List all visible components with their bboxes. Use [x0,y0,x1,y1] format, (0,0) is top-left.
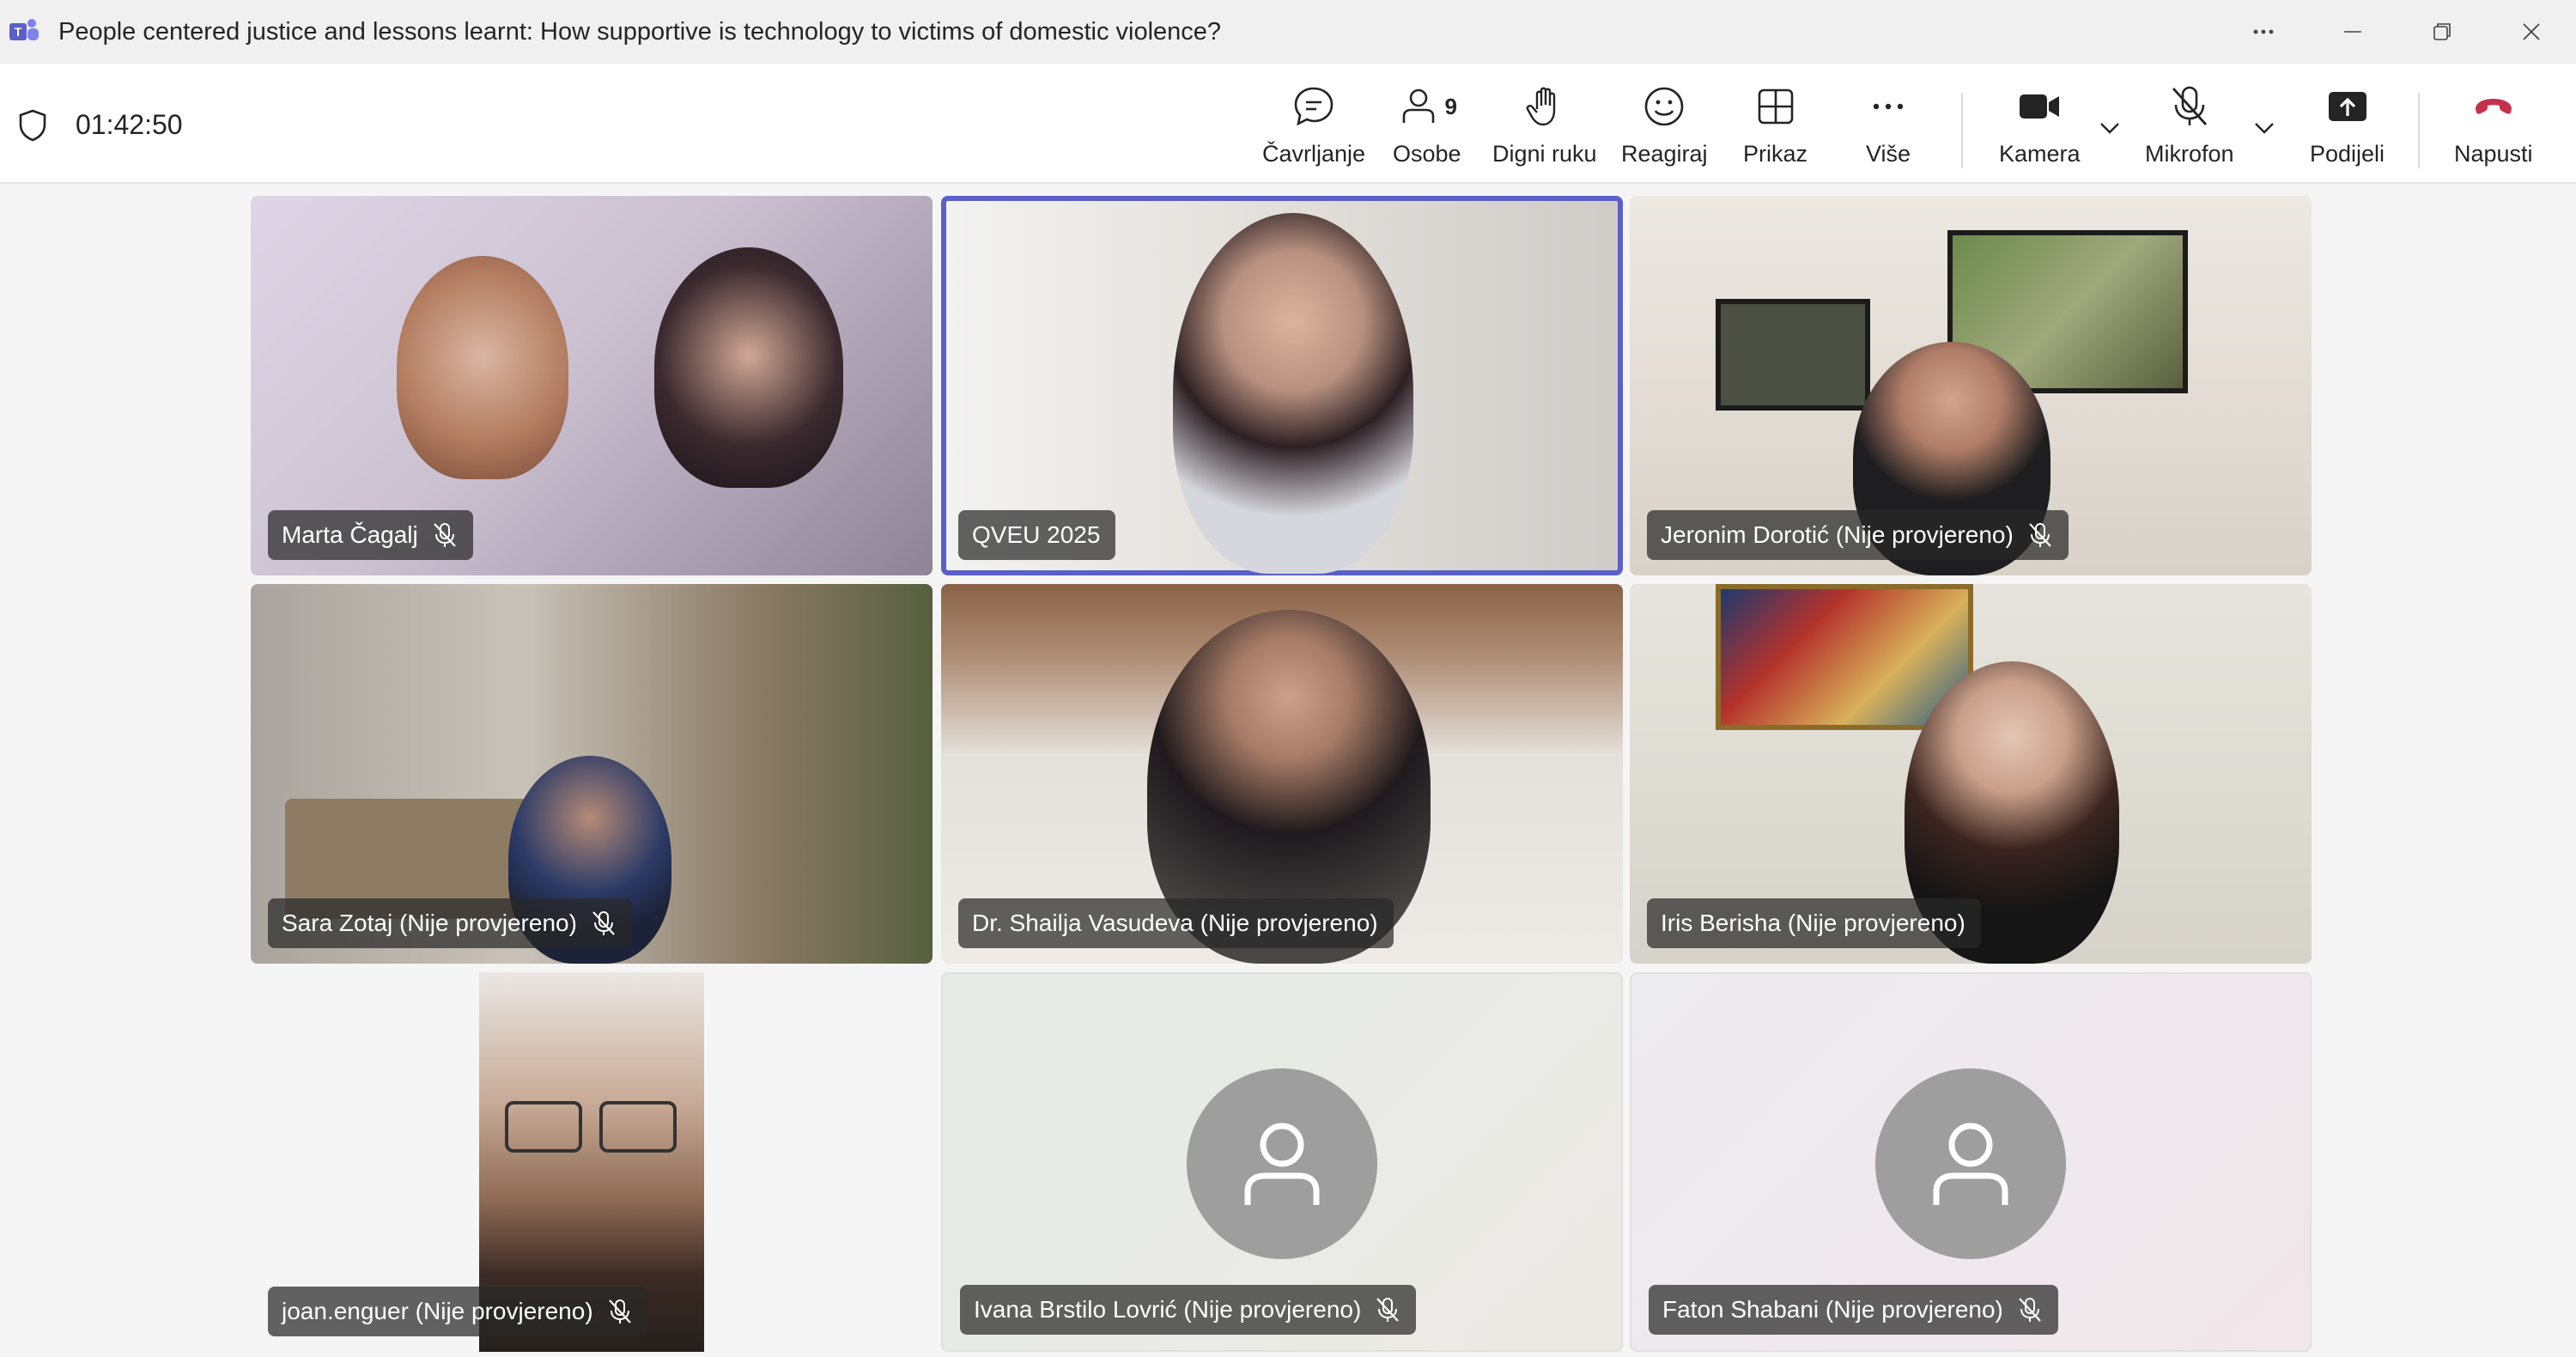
mic-muted-icon [433,523,456,547]
view-label: Prikaz [1743,141,1808,167]
video-tile-avatar[interactable]: Faton Shabani (Nije provjereno) [1630,972,2312,1352]
glasses-lens [505,1101,582,1153]
mic-options-chevron-icon[interactable] [2250,113,2279,143]
raise-hand-button[interactable]: Digni ruku [1492,79,1597,173]
participant-name: Ivana Brstilo Lovrić (Nije provjereno) [974,1296,1362,1323]
view-button[interactable]: Prikaz [1743,79,1807,173]
more-icon [1873,103,1904,110]
participant-name: Sara Zotaj (Nije provjereno) [282,910,577,936]
react-label: Reagiraj [1621,141,1708,167]
hang-up-icon [2475,99,2512,114]
grid-view-icon [1758,88,1793,125]
camera-label: Kamera [1999,141,2081,167]
participant-name: joan.enguer (Nije provjereno) [282,1298,593,1324]
participant-name: Dr. Shailja Vasudeva (Nije provjereno) [972,910,1378,936]
participant-name: Iris Berisha (Nije provjereno) [1661,910,1965,936]
leave-label: Napusti [2454,141,2533,167]
meeting-timer: 01:42:50 [76,109,183,140]
shield-icon[interactable] [17,108,48,143]
mic-muted-icon [608,1299,631,1324]
restore-icon [2433,23,2451,40]
raise-hand-label: Digni ruku [1492,141,1597,167]
svg-text:T: T [15,25,22,39]
window-title: People centered justice and lessons lear… [58,17,1222,46]
participant-name-tag: joan.enguer (Nije provjereno) [268,1287,648,1336]
chat-icon [1294,87,1334,126]
chat-label: Čavrljanje [1262,141,1366,167]
participant-name-tag: Ivana Brstilo Lovrić (Nije provjereno) [960,1285,1417,1335]
participant-name: Marta Čagalj [282,521,418,548]
hand-icon [1526,87,1555,126]
emoji-icon [1644,87,1684,126]
video-tile[interactable]: Dr. Shailja Vasudeva (Nije provjereno) [941,584,1623,964]
glasses-lens [599,1101,677,1153]
participant-name: QVEU 2025 [972,521,1101,548]
share-icon [2328,92,2366,121]
teams-logo-icon: T [9,19,39,40]
participant-name: Jeronim Dorotić (Nije provjereno) [1661,521,2014,548]
camera-icon [2020,94,2060,119]
wall-picture [1716,299,1870,411]
participant-name-tag: QVEU 2025 [958,510,1116,560]
mic-muted-icon [1376,1298,1400,1322]
video-tile[interactable]: joan.enguer (Nije provjereno) [251,972,933,1352]
video-tile-active-speaker[interactable]: QVEU 2025 [941,196,1623,575]
chat-button[interactable]: Čavrljanje [1262,79,1365,173]
minimize-icon [2344,31,2361,33]
participant-name-tag: Faton Shabani (Nije provjereno) [1649,1285,2058,1335]
microphone-label: Mikrofon [2145,141,2234,167]
video-tile[interactable]: Sara Zotaj (Nije provjereno) [251,584,933,964]
video-tile[interactable]: Iris Berisha (Nije provjereno) [1630,584,2312,964]
mic-off-icon [2172,86,2207,125]
participant-name: Faton Shabani (Nije provjereno) [1662,1296,2003,1323]
microphone-button[interactable]: Mikrofon [2145,79,2234,173]
share-label: Podijeli [2310,141,2385,167]
camera-button[interactable]: Kamera [1999,79,2081,173]
more-button[interactable]: Više [1865,79,1911,173]
avatar [1187,1068,1377,1259]
people-icon [1402,88,1434,123]
participant-name-tag: Dr. Shailja Vasudeva (Nije provjereno) [958,898,1394,948]
participant-name-tag: Jeronim Dorotić (Nije provjereno) [1647,510,2069,560]
participant-video [397,256,568,479]
video-tile[interactable]: Marta Čagalj [251,196,933,575]
react-button[interactable]: Reagiraj [1621,79,1708,173]
participant-video [654,247,843,488]
people-button[interactable]: 9 Osobe [1393,79,1461,173]
participant-video [1173,213,1413,574]
restore-button[interactable] [2397,0,2487,64]
meeting-toolbar: 01:42:50 Čavrljanje 9 Osobe Digni ruku R… [0,64,2576,184]
share-button[interactable]: Podijeli [2310,79,2385,173]
person-avatar-icon [1933,1123,2008,1205]
video-tile[interactable]: Jeronim Dorotić (Nije provjereno) [1630,196,2312,575]
avatar [1875,1068,2066,1259]
more-options-button[interactable] [2219,0,2308,64]
video-tile-avatar[interactable]: Ivana Brstilo Lovrić (Nije provjereno) [941,972,1623,1352]
person-avatar-icon [1244,1123,1320,1205]
leave-button[interactable]: Napusti [2454,79,2533,173]
participant-name-tag: Marta Čagalj [268,510,473,560]
close-icon [2523,23,2540,40]
more-label: Više [1865,141,1911,167]
camera-options-chevron-icon[interactable] [2095,113,2124,143]
participant-name-tag: Iris Berisha (Nije provjereno) [1647,898,1981,948]
toolbar-divider [2418,93,2420,168]
people-label: Osobe [1393,141,1461,167]
minimize-button[interactable] [2308,0,2397,64]
mic-muted-icon [2019,1298,2041,1322]
toolbar-divider [1961,93,1963,168]
participant-count: 9 [1444,93,1458,119]
title-bar: T People centered justice and lessons le… [0,0,2576,64]
ellipsis-icon [2253,29,2274,34]
participant-name-tag: Sara Zotaj (Nije provjereno) [268,898,632,948]
close-button[interactable] [2487,0,2576,64]
mic-muted-icon [2029,523,2051,547]
mic-muted-icon [592,911,615,935]
